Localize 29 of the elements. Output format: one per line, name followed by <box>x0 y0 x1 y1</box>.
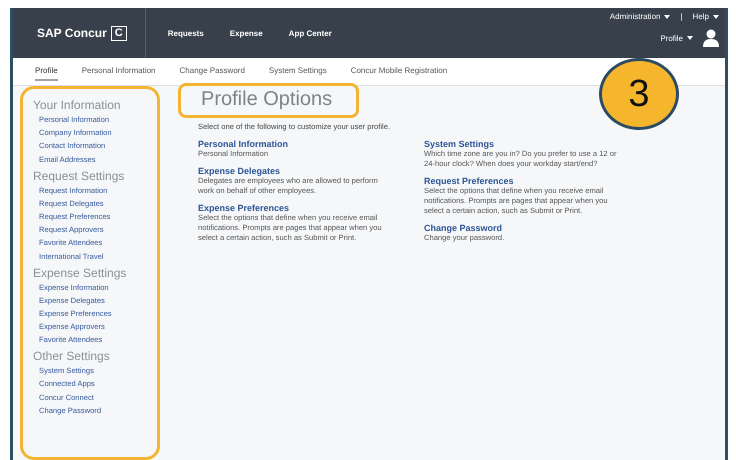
section-heading: Expense Settings <box>33 266 128 280</box>
option-link[interactable]: Expense Preferences <box>198 203 394 213</box>
option-link[interactable]: Expense Delegates <box>198 166 394 176</box>
caret-icon <box>687 36 693 40</box>
option-link[interactable]: System Settings <box>424 139 620 149</box>
profile-menu[interactable]: Profile <box>660 34 693 42</box>
tab[interactable]: Personal Information <box>82 62 156 81</box>
nav-link[interactable]: App Center <box>288 28 332 38</box>
nav-link[interactable]: Requests <box>168 28 204 38</box>
caret-icon <box>664 14 670 18</box>
logo-text[interactable]: SAP Concur <box>37 26 107 40</box>
option-link[interactable]: Change Password <box>424 223 620 233</box>
administration-menu[interactable]: Administration <box>610 12 670 21</box>
section-heading: Request Settings <box>33 168 126 183</box>
option-link[interactable]: Personal Information <box>198 139 394 149</box>
logo-mark: C <box>110 26 127 40</box>
tab[interactable]: System Settings <box>268 62 327 81</box>
nav-link[interactable]: Expense <box>230 28 263 38</box>
option-link[interactable]: Request Preferences <box>424 176 620 186</box>
user-icon[interactable] <box>703 29 719 47</box>
caret-icon <box>713 14 719 18</box>
tab[interactable]: Concur Mobile Registration <box>350 62 448 81</box>
tab[interactable]: Profile <box>35 62 58 81</box>
help-menu[interactable]: Help <box>692 12 719 21</box>
tab[interactable]: Change Password <box>180 62 245 81</box>
separator: | <box>680 12 683 21</box>
section-heading: Other Settings <box>33 349 111 364</box>
section-heading: Your Information <box>33 98 122 112</box>
page-title: Profile Options <box>201 88 332 111</box>
